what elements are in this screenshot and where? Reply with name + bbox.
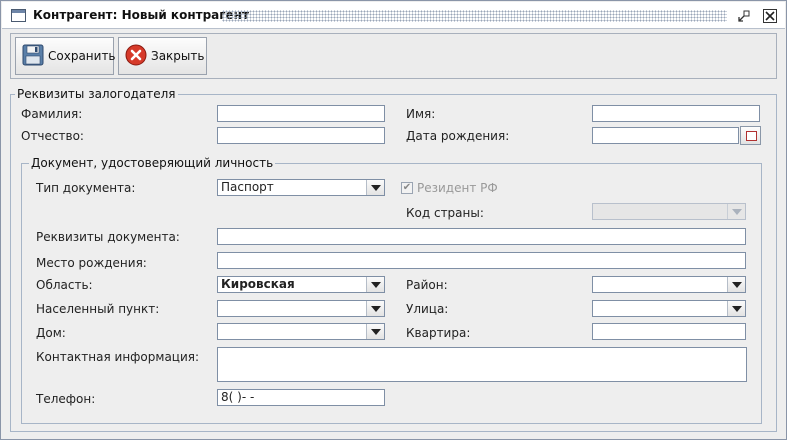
phone-field[interactable]: 8( )- - bbox=[217, 389, 385, 406]
settlement-select[interactable] bbox=[217, 300, 385, 317]
pledgor-details-legend: Реквизиты залогодателя bbox=[15, 87, 178, 101]
house-select[interactable] bbox=[217, 323, 385, 340]
street-label: Улица: bbox=[406, 302, 449, 316]
patronymic-field[interactable] bbox=[217, 127, 385, 144]
toolbar: Сохранить Закрыть bbox=[10, 33, 777, 79]
birth-date-label: Дата рождения: bbox=[406, 129, 510, 143]
first-name-label: Имя: bbox=[406, 107, 436, 121]
save-button-label: Сохранить bbox=[48, 49, 116, 63]
doc-type-select[interactable]: Паспорт bbox=[217, 179, 385, 196]
title-bar[interactable]: Контрагент: Новый контрагент bbox=[2, 2, 785, 29]
chevron-down-icon[interactable] bbox=[727, 301, 745, 316]
doc-type-value: Паспорт bbox=[221, 180, 274, 194]
patronymic-label: Отчество: bbox=[21, 129, 84, 143]
contact-info-label: Контактная информация: bbox=[36, 350, 200, 364]
last-name-label: Фамилия: bbox=[21, 107, 83, 121]
birth-place-field[interactable] bbox=[217, 252, 746, 269]
title-bar-grip bbox=[222, 10, 727, 22]
house-label: Дом: bbox=[36, 326, 66, 340]
chevron-down-icon[interactable] bbox=[366, 324, 384, 339]
chevron-down-icon[interactable] bbox=[727, 204, 745, 219]
apartment-field[interactable] bbox=[592, 323, 746, 340]
close-button[interactable]: Закрыть bbox=[118, 37, 207, 75]
region-select[interactable]: Кировская bbox=[217, 276, 385, 293]
region-value: Кировская bbox=[221, 277, 295, 291]
red-x-circle-icon bbox=[125, 44, 147, 69]
birth-place-label: Место рождения: bbox=[36, 256, 147, 270]
chevron-down-icon[interactable] bbox=[727, 277, 745, 292]
floppy-disk-icon bbox=[22, 44, 44, 69]
region-label: Область: bbox=[36, 278, 93, 292]
restore-icon[interactable] bbox=[737, 9, 751, 23]
doc-details-field[interactable] bbox=[217, 228, 746, 245]
save-button[interactable]: Сохранить bbox=[15, 37, 116, 75]
chevron-down-icon[interactable] bbox=[366, 277, 384, 292]
identity-document-legend: Документ, удостоверяющий личность bbox=[29, 156, 276, 170]
window-icon bbox=[11, 9, 26, 22]
chevron-down-icon[interactable] bbox=[366, 180, 384, 195]
resident-label: Резидент РФ bbox=[417, 181, 498, 195]
birth-date-field[interactable] bbox=[592, 127, 739, 144]
street-select[interactable] bbox=[592, 300, 746, 317]
last-name-field[interactable] bbox=[217, 105, 385, 122]
chevron-down-icon[interactable] bbox=[366, 301, 384, 316]
doc-details-label: Реквизиты документа: bbox=[36, 230, 180, 244]
country-code-select[interactable] bbox=[592, 203, 746, 220]
phone-label: Телефон: bbox=[36, 392, 96, 406]
contractor-window: Контрагент: Новый контрагент Сохранить З… bbox=[0, 0, 787, 440]
calendar-icon[interactable] bbox=[740, 126, 761, 145]
close-window-icon[interactable] bbox=[763, 9, 777, 23]
country-code-label: Код страны: bbox=[406, 206, 484, 220]
apartment-label: Квартира: bbox=[406, 326, 471, 340]
district-label: Район: bbox=[406, 278, 448, 292]
district-select[interactable] bbox=[592, 276, 746, 293]
window-title: Контрагент: Новый контрагент bbox=[33, 8, 249, 22]
first-name-field[interactable] bbox=[592, 105, 760, 122]
settlement-label: Населенный пункт: bbox=[36, 302, 160, 316]
resident-checkbox[interactable]: ✔ bbox=[401, 182, 413, 194]
contact-info-field[interactable] bbox=[217, 347, 747, 382]
doc-type-label: Тип документа: bbox=[36, 181, 136, 195]
close-button-label: Закрыть bbox=[151, 49, 205, 63]
